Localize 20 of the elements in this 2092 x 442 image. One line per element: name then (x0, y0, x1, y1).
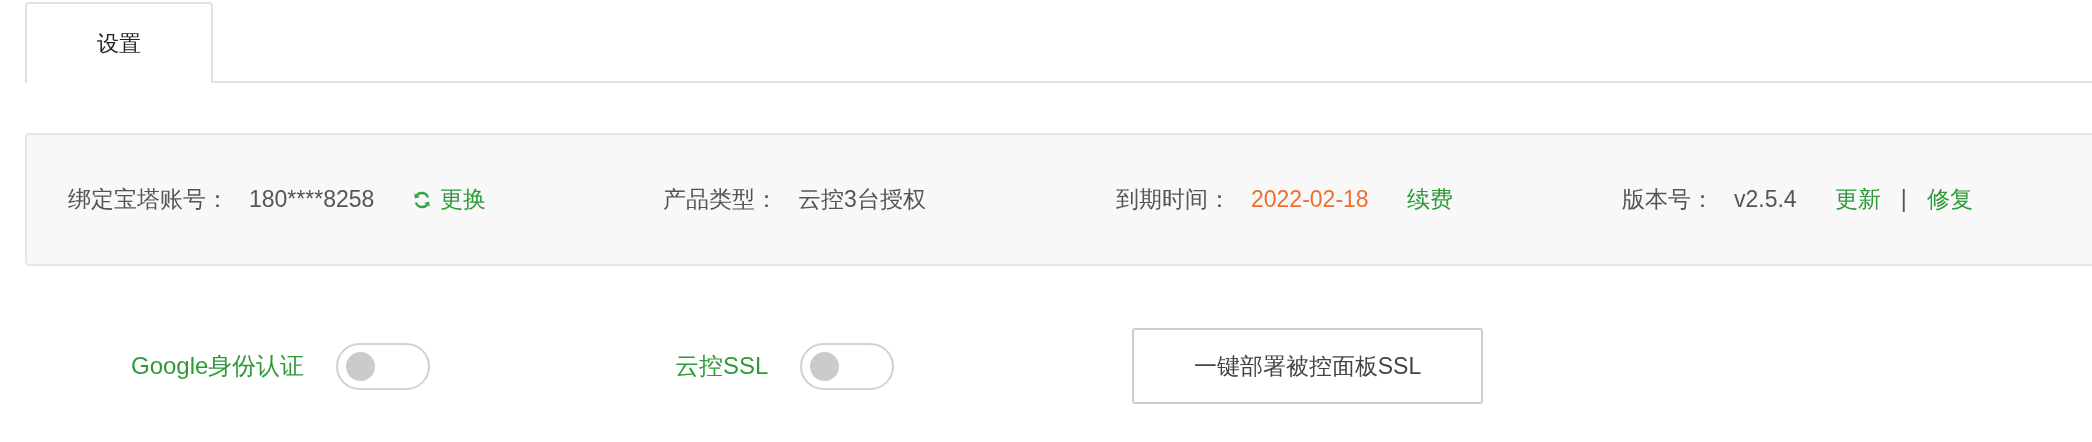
separator: | (1900, 186, 1907, 213)
info-label: 绑定宝塔账号： (68, 185, 229, 214)
action-link[interactable]: 更新 (1834, 184, 1881, 215)
setting-label: 云控SSL (675, 351, 769, 381)
info-value: v2.5.4 (1734, 186, 1797, 213)
setting-label: Google身份认证 (131, 351, 305, 381)
info-value: 180****8258 (249, 186, 375, 213)
settings-tab[interactable]: 设置 (25, 2, 213, 83)
expiry-date: 2022-02-18 (1251, 186, 1369, 213)
toggle-switch[interactable] (800, 342, 895, 390)
info-label: 到期时间： (1116, 185, 1231, 214)
info-label: 版本号： (1622, 185, 1714, 214)
info-label: 产品类型： (663, 185, 778, 214)
toggle-switch[interactable] (336, 342, 431, 390)
action-link[interactable]: 续费 (1406, 184, 1453, 215)
refresh-icon (412, 189, 433, 210)
deploy-ssl-button[interactable]: 一键部署被控面板SSL (1132, 328, 1483, 404)
action-link[interactable]: 修复 (1926, 184, 1973, 215)
info-value: 云控3台授权 (798, 185, 926, 214)
change-link[interactable]: 更换 (412, 184, 487, 215)
